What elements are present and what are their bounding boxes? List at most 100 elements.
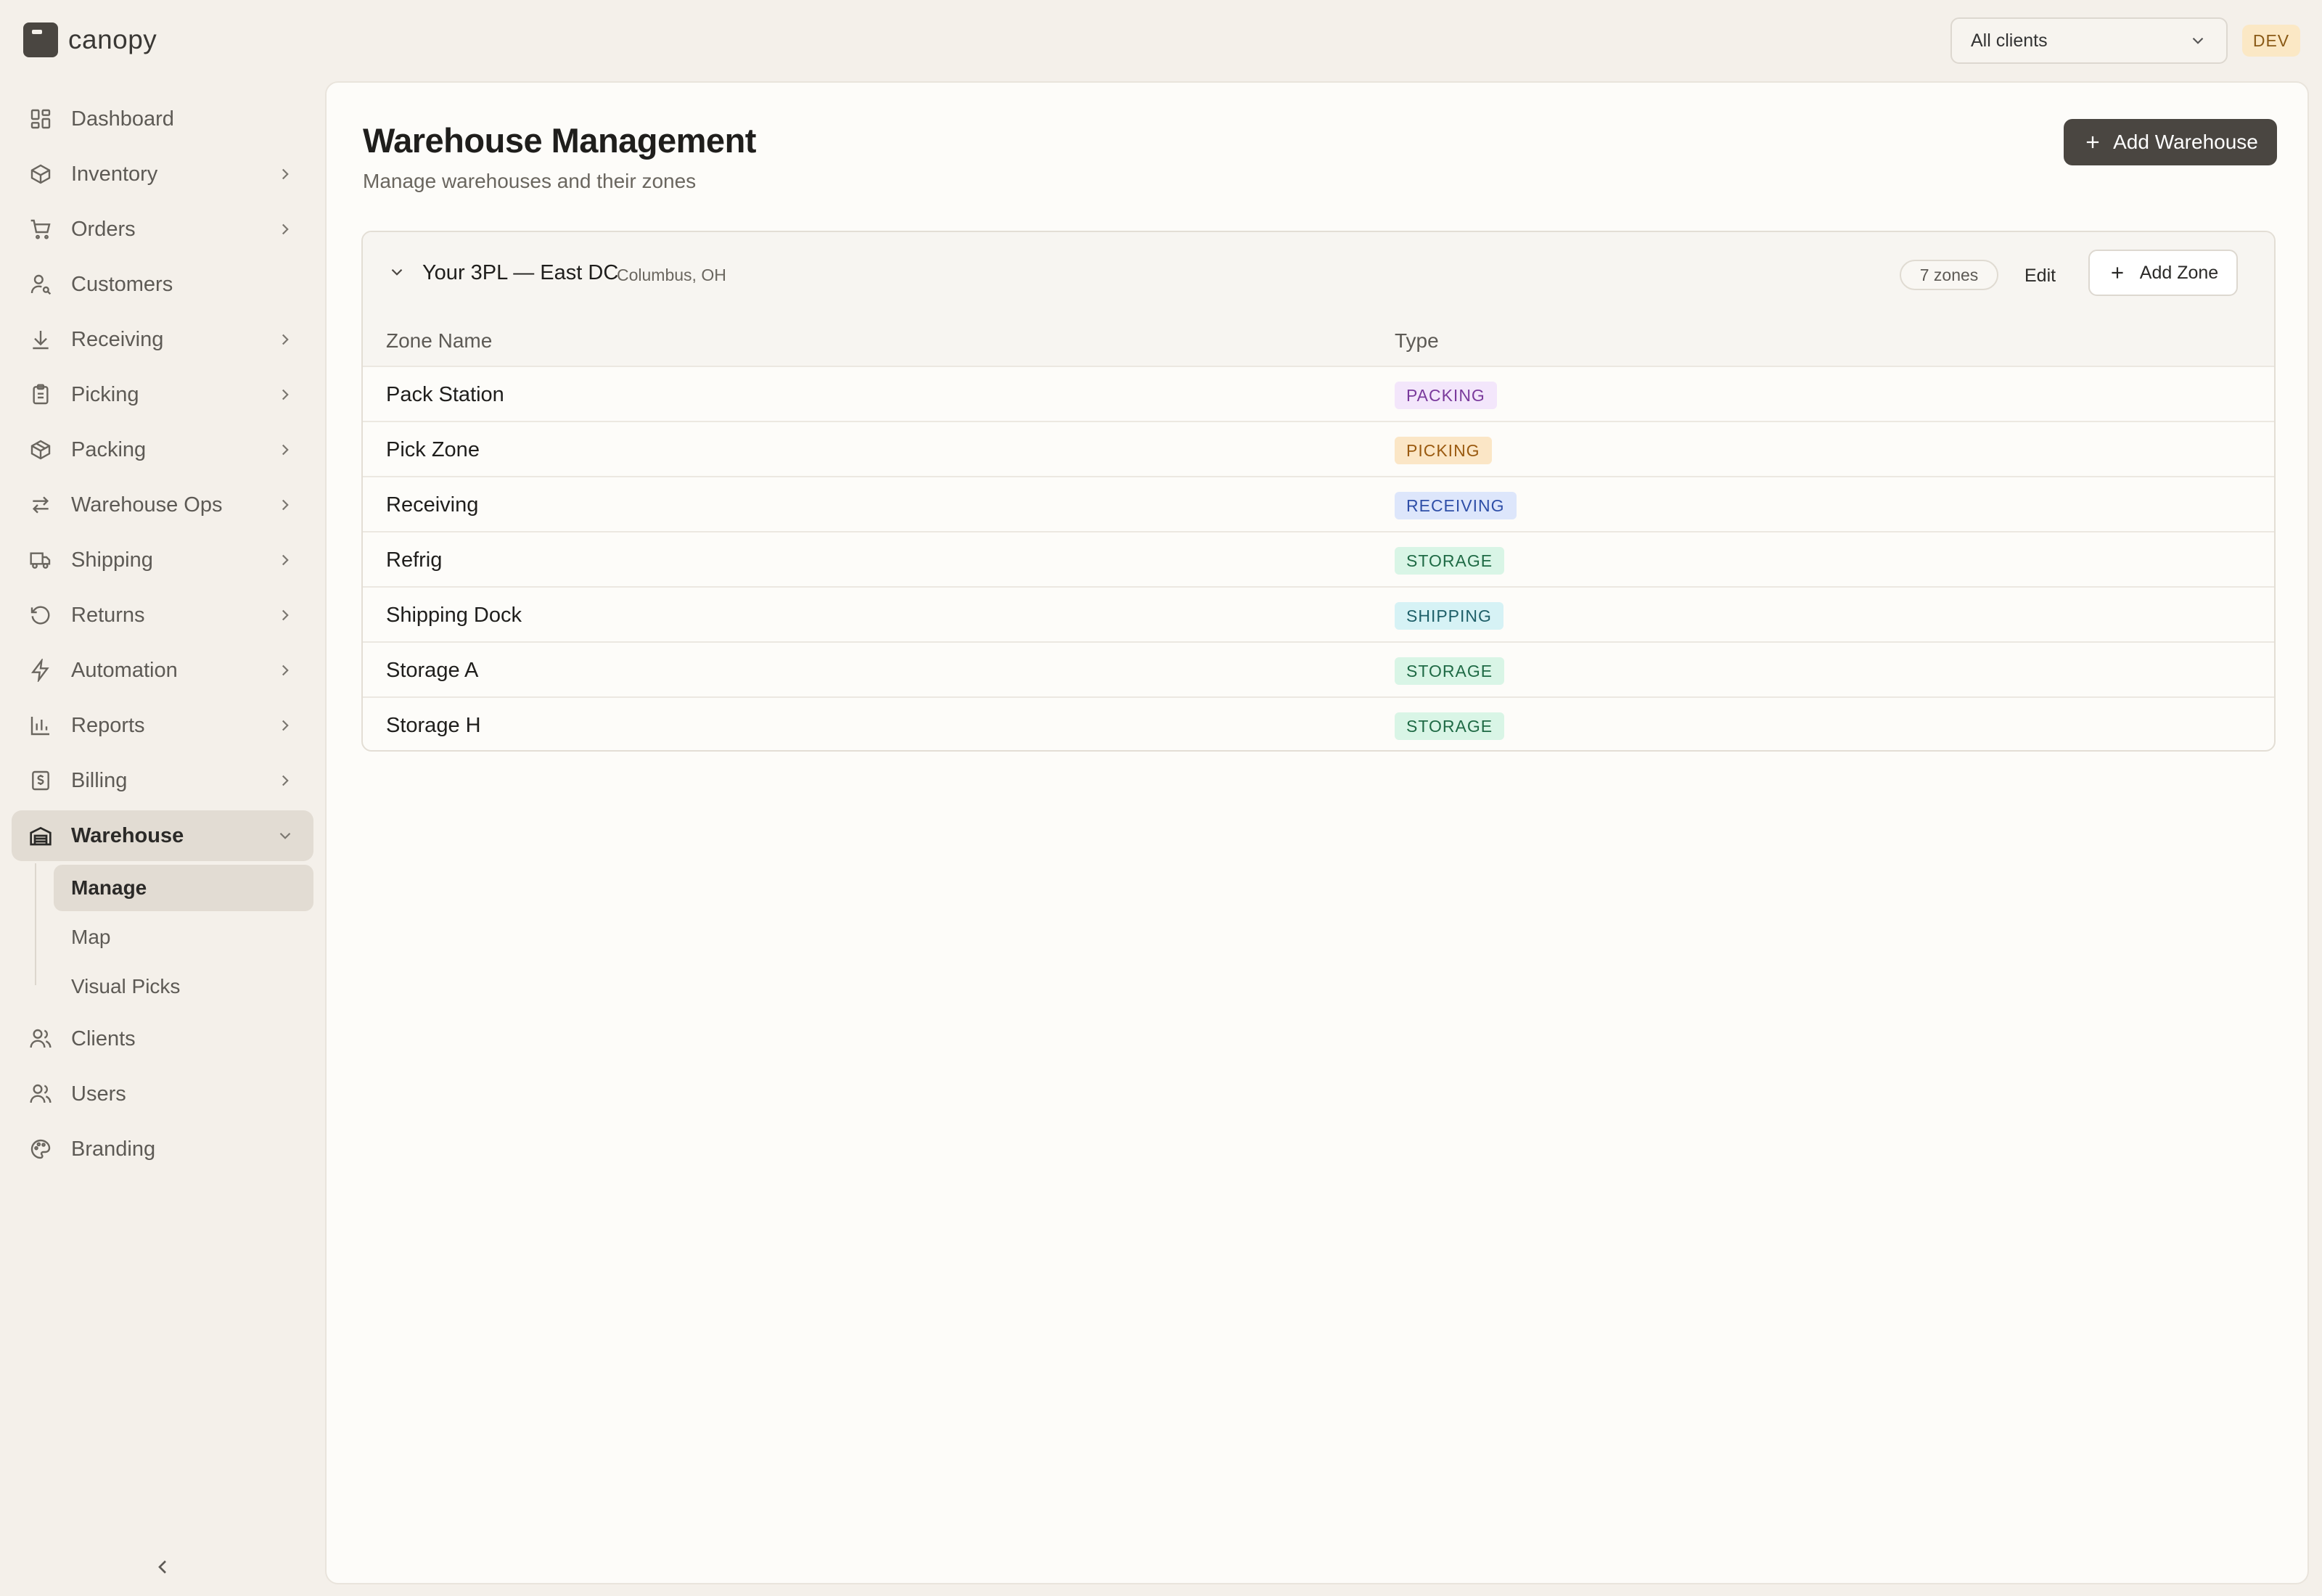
sidebar-item-shipping[interactable]: Shipping [12, 535, 313, 585]
sidebar-item-warehouse-ops[interactable]: Warehouse Ops [12, 480, 313, 530]
sidebar-item-label: Automation [71, 658, 178, 682]
sidebar-item-label: Shipping [71, 548, 153, 572]
users-icon [30, 1029, 52, 1048]
app-name: canopy [68, 25, 157, 54]
table-row[interactable]: Receiving RECEIVING [363, 477, 2274, 532]
box-icon [30, 164, 51, 184]
zone-type-badge: PACKING [1395, 382, 1497, 409]
sidebar-item-label: Billing [71, 768, 128, 792]
sidebar-item-label: Users [71, 1082, 126, 1106]
sidebar-subitem-visual-picks[interactable]: Visual Picks [54, 963, 313, 1010]
sidebar: canopy Dashboard Inventory Orders Custom… [0, 0, 325, 1596]
sidebar-item-packing[interactable]: Packing [12, 424, 313, 475]
zone-type-badge: STORAGE [1395, 547, 1505, 575]
zone-type-badge: STORAGE [1395, 712, 1505, 740]
sidebar-item-orders[interactable]: Orders [12, 204, 313, 255]
sidebar-item-automation[interactable]: Automation [12, 645, 313, 696]
zone-name: Refrig [386, 548, 443, 572]
add-warehouse-button[interactable]: Add Warehouse [2064, 119, 2277, 165]
zone-name: Receiving [386, 493, 479, 517]
user-search-icon [30, 274, 52, 295]
sidebar-item-warehouse[interactable]: Warehouse [12, 810, 313, 861]
chevron-right-icon [282, 665, 289, 676]
sidebar-item-picking[interactable]: Picking [12, 369, 313, 420]
zones-count-badge: 7 zones [1900, 260, 1998, 290]
canopy-logo-icon [23, 22, 58, 57]
chevron-right-icon [282, 334, 289, 345]
cart-icon [30, 219, 51, 239]
sidebar-item-label: Clients [71, 1027, 136, 1050]
sidebar-item-label: Picking [71, 382, 139, 406]
client-select-value: All clients [1971, 30, 2048, 51]
sidebar-item-users[interactable]: Users [12, 1069, 313, 1119]
sidebar-item-label: Packing [71, 437, 147, 461]
chevron-right-icon [282, 609, 289, 621]
zap-icon [30, 659, 49, 682]
table-row[interactable]: Refrig STORAGE [363, 532, 2274, 588]
warehouse-card: Your 3PL — East DC Columbus, OH 7 zones … [361, 231, 2276, 752]
sidebar-item-label: Warehouse Ops [71, 493, 223, 517]
sidebar-item-label: Branding [71, 1137, 156, 1161]
zone-type-badge: STORAGE [1395, 657, 1505, 685]
zone-name: Pick Zone [386, 438, 480, 461]
sidebar-item-clients[interactable]: Clients [12, 1013, 313, 1064]
chevron-right-icon [282, 720, 289, 731]
sidebar-item-inventory[interactable]: Inventory [12, 149, 313, 200]
chevron-right-icon [282, 775, 289, 786]
add-zone-button[interactable]: Add Zone [2088, 250, 2238, 296]
zone-name: Storage H [386, 714, 481, 737]
table-row[interactable]: Shipping Dock SHIPPING [363, 588, 2274, 643]
table-row[interactable]: Pick Zone PICKING [363, 422, 2274, 477]
chevron-right-icon [282, 389, 289, 400]
warehouse-icon [30, 826, 52, 846]
package-icon [30, 440, 51, 460]
sidebar-item-customers[interactable]: Customers [12, 259, 313, 310]
sidebar-subitem-map[interactable]: Map [54, 914, 313, 961]
sidebar-item-label: Returns [71, 603, 145, 627]
main-panel: Warehouse Management Manage warehouses a… [325, 81, 2309, 1584]
edit-warehouse-button[interactable]: Edit [2024, 261, 2056, 290]
chevron-right-icon [282, 499, 289, 511]
sidebar-item-returns[interactable]: Returns [12, 590, 313, 641]
table-row[interactable]: Storage H STORAGE [363, 698, 2274, 750]
submenu-guide-line [35, 863, 36, 985]
zone-type-badge: SHIPPING [1395, 602, 1503, 630]
plus-icon [2112, 267, 2123, 279]
plus-icon [2086, 136, 2099, 149]
chevron-right-icon [282, 554, 289, 566]
table-row[interactable]: Storage A STORAGE [363, 643, 2274, 698]
truck-icon [30, 552, 51, 569]
zone-type-badge: PICKING [1395, 437, 1492, 464]
sidebar-item-reports[interactable]: Reports [12, 700, 313, 751]
page-subtitle: Manage warehouses and their zones [363, 170, 697, 192]
column-header-zone-name[interactable]: Zone Name [386, 329, 492, 353]
collapse-sidebar-icon[interactable] [151, 1555, 174, 1579]
sidebar-item-branding[interactable]: Branding [12, 1124, 313, 1175]
sidebar-item-dashboard[interactable]: Dashboard [12, 94, 313, 144]
sidebar-item-label: Warehouse [71, 823, 184, 847]
sidebar-subitem-manage[interactable]: Manage [54, 865, 313, 911]
zone-name: Shipping Dock [386, 604, 522, 627]
zones-table-header: Zone Name Type [363, 312, 2274, 367]
sidebar-item-billing[interactable]: Billing [12, 755, 313, 806]
arrows-exchange-icon [32, 496, 49, 514]
sidebar-item-label: Receiving [71, 327, 164, 351]
chevron-down-icon [2192, 37, 2204, 44]
receipt-icon [32, 770, 49, 791]
zone-type-badge: RECEIVING [1395, 492, 1517, 519]
column-header-type[interactable]: Type [1395, 329, 1439, 353]
warehouse-card-header[interactable]: Your 3PL — East DC Columbus, OH 7 zones … [363, 232, 2274, 312]
env-badge: DEV [2242, 25, 2300, 57]
bar-chart-icon [30, 717, 49, 736]
table-row[interactable]: Pack Station PACKING [363, 367, 2274, 422]
chevron-down-icon[interactable] [387, 263, 406, 281]
client-select[interactable]: All clients [1950, 17, 2228, 64]
sidebar-item-label: Dashboard [71, 107, 174, 131]
chevron-down-icon [279, 832, 291, 839]
sidebar-item-receiving[interactable]: Receiving [12, 314, 313, 365]
sidebar-item-label: Reports [71, 713, 145, 737]
sidebar-item-label: Inventory [71, 162, 158, 186]
chevron-right-icon [282, 444, 289, 456]
app-logo[interactable]: canopy [23, 22, 157, 58]
users-icon [30, 1084, 52, 1103]
